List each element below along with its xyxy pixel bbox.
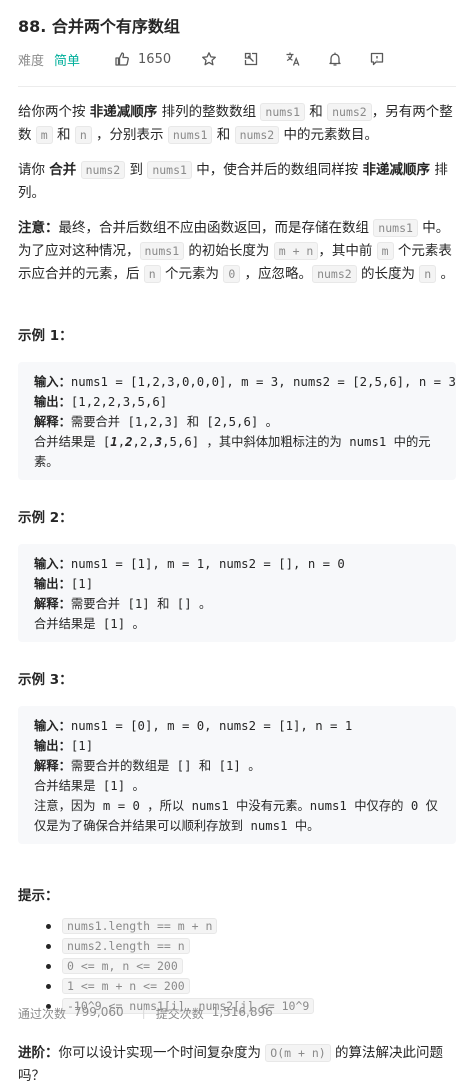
example-3-block: 输入：nums1 = [0], m = 0, nums2 = [1], n = … (18, 706, 456, 844)
problem-page: 88. 合并两个有序数组 难度 简单 1650 给你两个按 非递减顺序 排列的整… (0, 0, 474, 1088)
bell-icon (329, 52, 341, 66)
hints-heading: 提示： (18, 888, 59, 904)
submission-stats: 通过次数 799,060 | 提交次数 1,516,896 (18, 1005, 273, 1021)
description-note: 注意：最终，合并后数组不应由函数返回，而是存储在数组 nums1 中。为了应对这… (18, 219, 455, 283)
problem-title: 88. 合并两个有序数组 (18, 17, 180, 36)
share-icon (244, 52, 258, 66)
example-1-heading: 示例 1： (18, 328, 73, 344)
difficulty-badge: 简单 (54, 53, 81, 69)
like-count: 1650 (138, 51, 172, 67)
header-divider (18, 86, 456, 87)
like-button[interactable]: 1650 (114, 51, 171, 67)
notification-button[interactable] (327, 51, 343, 67)
feedback-icon (370, 52, 384, 66)
favorite-button[interactable] (201, 51, 217, 67)
share-button[interactable] (243, 51, 259, 67)
thumbs-up-icon (115, 52, 129, 66)
example-2-block: 输入：nums1 = [1], m = 1, nums2 = [], n = 0… (18, 544, 456, 642)
problem-meta-bar: 难度 简单 1650 (18, 48, 456, 70)
difficulty-label: 难度 (18, 53, 45, 69)
translate-icon (286, 52, 300, 66)
example-1-block: 输入：nums1 = [1,2,3,0,0,0], m = 3, nums2 =… (18, 362, 456, 480)
translate-button[interactable] (285, 51, 301, 67)
list-item: nums2.length == n (18, 936, 456, 956)
list-item: nums1.length == m + n (18, 916, 456, 936)
star-icon (202, 52, 217, 66)
advance-paragraph: 进阶：你可以设计实现一个时间复杂度为 O(m + n) 的算法解决此问题吗？ (18, 1044, 443, 1084)
list-item: 0 <= m, n <= 200 (18, 956, 456, 976)
description-paragraph-1: 给你两个按 非递减顺序 排列的整数数组 nums1 和 nums2 ，另有两个整数… (18, 103, 453, 144)
example-3-heading: 示例 3： (18, 672, 73, 688)
description-paragraph-2: 请你 合并 nums2 到 nums1 中，使合并后的数组同样按 非递减顺序 排… (18, 161, 448, 201)
hints-list: nums1.length == m + n nums2.length == n … (18, 916, 456, 1016)
list-item: 1 <= m + n <= 200 (18, 976, 456, 996)
example-2-heading: 示例 2： (18, 510, 73, 526)
feedback-button[interactable] (369, 51, 385, 67)
